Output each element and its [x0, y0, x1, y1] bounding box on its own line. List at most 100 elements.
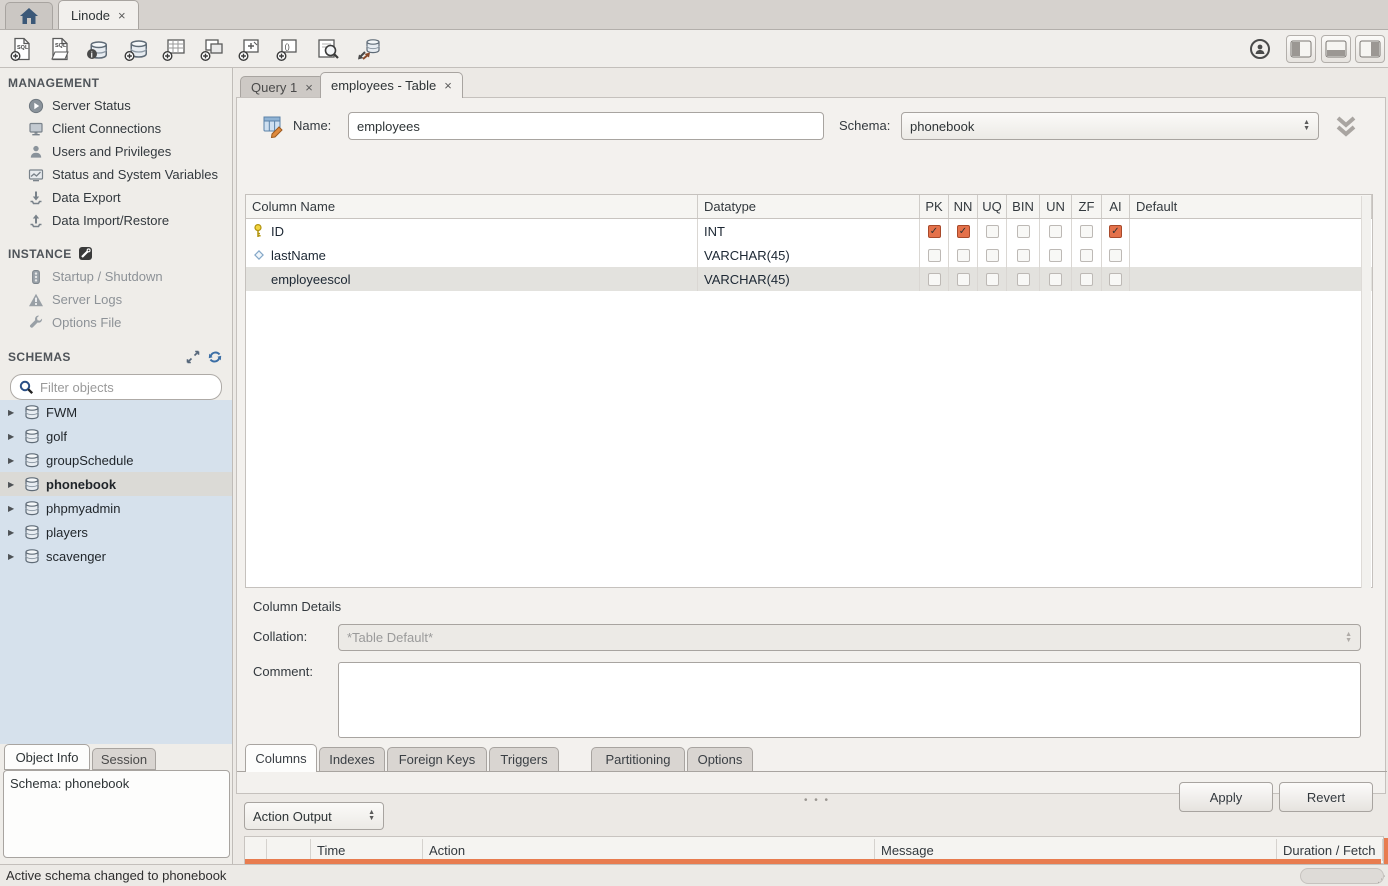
- subtab-options[interactable]: Options: [687, 747, 753, 772]
- grid-scrollbar[interactable]: [1361, 196, 1371, 588]
- schema-item-phpmyadmin[interactable]: ▶phpmyadmin: [0, 496, 232, 520]
- action-output-selector[interactable]: Action Output ▲▼: [244, 802, 384, 830]
- tab-employees-table[interactable]: employees - Table×: [320, 72, 463, 98]
- checkbox-checked[interactable]: ✓: [928, 225, 941, 238]
- chevron-double-down-icon[interactable]: [1331, 112, 1361, 140]
- expand-icon[interactable]: [186, 350, 200, 364]
- schema-item-phonebook[interactable]: ▶phonebook: [0, 472, 232, 496]
- new-sql-tab-icon[interactable]: SQL: [6, 34, 38, 64]
- subtab-triggers[interactable]: Triggers: [489, 747, 559, 772]
- close-icon[interactable]: ×: [305, 80, 313, 95]
- create-function-icon[interactable]: (): [272, 34, 304, 64]
- expander-arrow-icon[interactable]: ▶: [8, 528, 18, 537]
- subtab-columns[interactable]: Columns: [245, 744, 317, 772]
- checkbox-unchecked[interactable]: [1049, 249, 1062, 262]
- schema-filter-input[interactable]: [40, 380, 190, 395]
- grid-header-BIN[interactable]: BIN: [1007, 195, 1040, 218]
- schema-item-scavenger[interactable]: ▶scavenger: [0, 544, 232, 568]
- sidebar-item-client-connections[interactable]: Client Connections: [0, 117, 232, 140]
- sidebar-item-data-import-restore[interactable]: Data Import/Restore: [0, 209, 232, 232]
- tab-session[interactable]: Session: [92, 748, 156, 770]
- home-tab[interactable]: [5, 2, 53, 29]
- sidebar-item-startup-shutdown[interactable]: Startup / Shutdown: [0, 265, 232, 288]
- schema-item-groupschedule[interactable]: ▶groupSchedule: [0, 448, 232, 472]
- checkbox-unchecked[interactable]: [1080, 273, 1093, 286]
- toggle-bottom-panel-icon[interactable]: [1321, 35, 1351, 63]
- admin-icon[interactable]: [1246, 35, 1274, 63]
- grid-header-Datatype[interactable]: Datatype: [698, 195, 920, 218]
- comment-textarea[interactable]: [338, 662, 1361, 738]
- schema-item-fwm[interactable]: ▶FWM: [0, 400, 232, 424]
- grid-header-UN[interactable]: UN: [1040, 195, 1072, 218]
- create-schema-icon[interactable]: [120, 34, 152, 64]
- grid-header-PK[interactable]: PK: [920, 195, 949, 218]
- revert-button[interactable]: Revert: [1279, 782, 1373, 812]
- checkbox-unchecked[interactable]: [957, 273, 970, 286]
- toggle-left-panel-icon[interactable]: [1286, 35, 1316, 63]
- checkbox-unchecked[interactable]: [1017, 249, 1030, 262]
- tab-query-1[interactable]: Query 1×: [240, 76, 324, 98]
- checkbox-unchecked[interactable]: [957, 249, 970, 262]
- table-row-ID[interactable]: IDINT✓✓✓: [246, 219, 1372, 243]
- create-routine-icon[interactable]: [234, 34, 266, 64]
- apply-button[interactable]: Apply: [1179, 782, 1273, 812]
- subtab-indexes[interactable]: Indexes: [319, 747, 385, 772]
- checkbox-unchecked[interactable]: [1080, 225, 1093, 238]
- checkbox-unchecked[interactable]: [1109, 249, 1122, 262]
- checkbox-unchecked[interactable]: [1049, 273, 1062, 286]
- expander-arrow-icon[interactable]: ▶: [8, 480, 18, 489]
- checkbox-unchecked[interactable]: [1017, 225, 1030, 238]
- resize-grip-icon[interactable]: ⋰: [1377, 874, 1386, 885]
- checkbox-unchecked[interactable]: [1109, 273, 1122, 286]
- checkbox-unchecked[interactable]: [928, 273, 941, 286]
- checkbox-unchecked[interactable]: [986, 225, 999, 238]
- expander-arrow-icon[interactable]: ▶: [8, 456, 18, 465]
- sidebar-item-server-logs[interactable]: Server Logs: [0, 288, 232, 311]
- checkbox-unchecked[interactable]: [986, 273, 999, 286]
- schema-item-players[interactable]: ▶players: [0, 520, 232, 544]
- table-row-employeescol[interactable]: employeescolVARCHAR(45): [246, 267, 1372, 291]
- checkbox-checked[interactable]: ✓: [957, 225, 970, 238]
- schema-item-golf[interactable]: ▶golf: [0, 424, 232, 448]
- expander-arrow-icon[interactable]: ▶: [8, 408, 18, 417]
- search-data-icon[interactable]: [312, 34, 344, 64]
- expander-arrow-icon[interactable]: ▶: [8, 504, 18, 513]
- grid-header-UQ[interactable]: UQ: [978, 195, 1007, 218]
- subtab-partitioning[interactable]: Partitioning: [591, 747, 685, 772]
- checkbox-unchecked[interactable]: [986, 249, 999, 262]
- expander-arrow-icon[interactable]: ▶: [8, 552, 18, 561]
- grid-header-Default[interactable]: Default: [1130, 195, 1372, 218]
- grid-header-AI[interactable]: AI: [1102, 195, 1130, 218]
- table-name-input[interactable]: [348, 112, 824, 140]
- checkbox-unchecked[interactable]: [1049, 225, 1062, 238]
- create-table-icon[interactable]: [158, 34, 190, 64]
- checkbox-unchecked[interactable]: [1017, 273, 1030, 286]
- schema-combo[interactable]: phonebook ▲▼: [901, 112, 1319, 140]
- server-info-icon[interactable]: i: [82, 34, 114, 64]
- connection-tab[interactable]: Linode ×: [58, 0, 139, 29]
- sidebar-item-server-status[interactable]: Server Status: [0, 94, 232, 117]
- sidebar-item-status-and-system-variables[interactable]: Status and System Variables: [0, 163, 232, 186]
- reconnect-dbms-icon[interactable]: [352, 34, 384, 64]
- close-icon[interactable]: ×: [118, 8, 126, 23]
- grid-header-NN[interactable]: NN: [949, 195, 978, 218]
- sidebar-item-users-and-privileges[interactable]: Users and Privileges: [0, 140, 232, 163]
- subtab-foreign-keys[interactable]: Foreign Keys: [387, 747, 487, 772]
- expander-arrow-icon[interactable]: ▶: [8, 432, 18, 441]
- checkbox-unchecked[interactable]: [928, 249, 941, 262]
- grid-header-Column Name[interactable]: Column Name: [246, 195, 698, 218]
- schema-filter[interactable]: [10, 374, 222, 400]
- sidebar-item-options-file[interactable]: Options File: [0, 311, 232, 334]
- open-sql-script-icon[interactable]: SQL: [44, 34, 76, 64]
- toggle-right-panel-icon[interactable]: [1355, 35, 1385, 63]
- checkbox-unchecked[interactable]: [1080, 249, 1093, 262]
- table-row-lastName[interactable]: lastNameVARCHAR(45): [246, 243, 1372, 267]
- output-splitter-handle[interactable]: • • •: [804, 795, 830, 806]
- close-icon[interactable]: ×: [444, 78, 452, 93]
- refresh-icon[interactable]: [208, 350, 222, 364]
- checkbox-checked[interactable]: ✓: [1109, 225, 1122, 238]
- sidebar-item-data-export[interactable]: Data Export: [0, 186, 232, 209]
- create-view-icon[interactable]: [196, 34, 228, 64]
- tab-object-info[interactable]: Object Info: [4, 744, 90, 770]
- grid-header-ZF[interactable]: ZF: [1072, 195, 1102, 218]
